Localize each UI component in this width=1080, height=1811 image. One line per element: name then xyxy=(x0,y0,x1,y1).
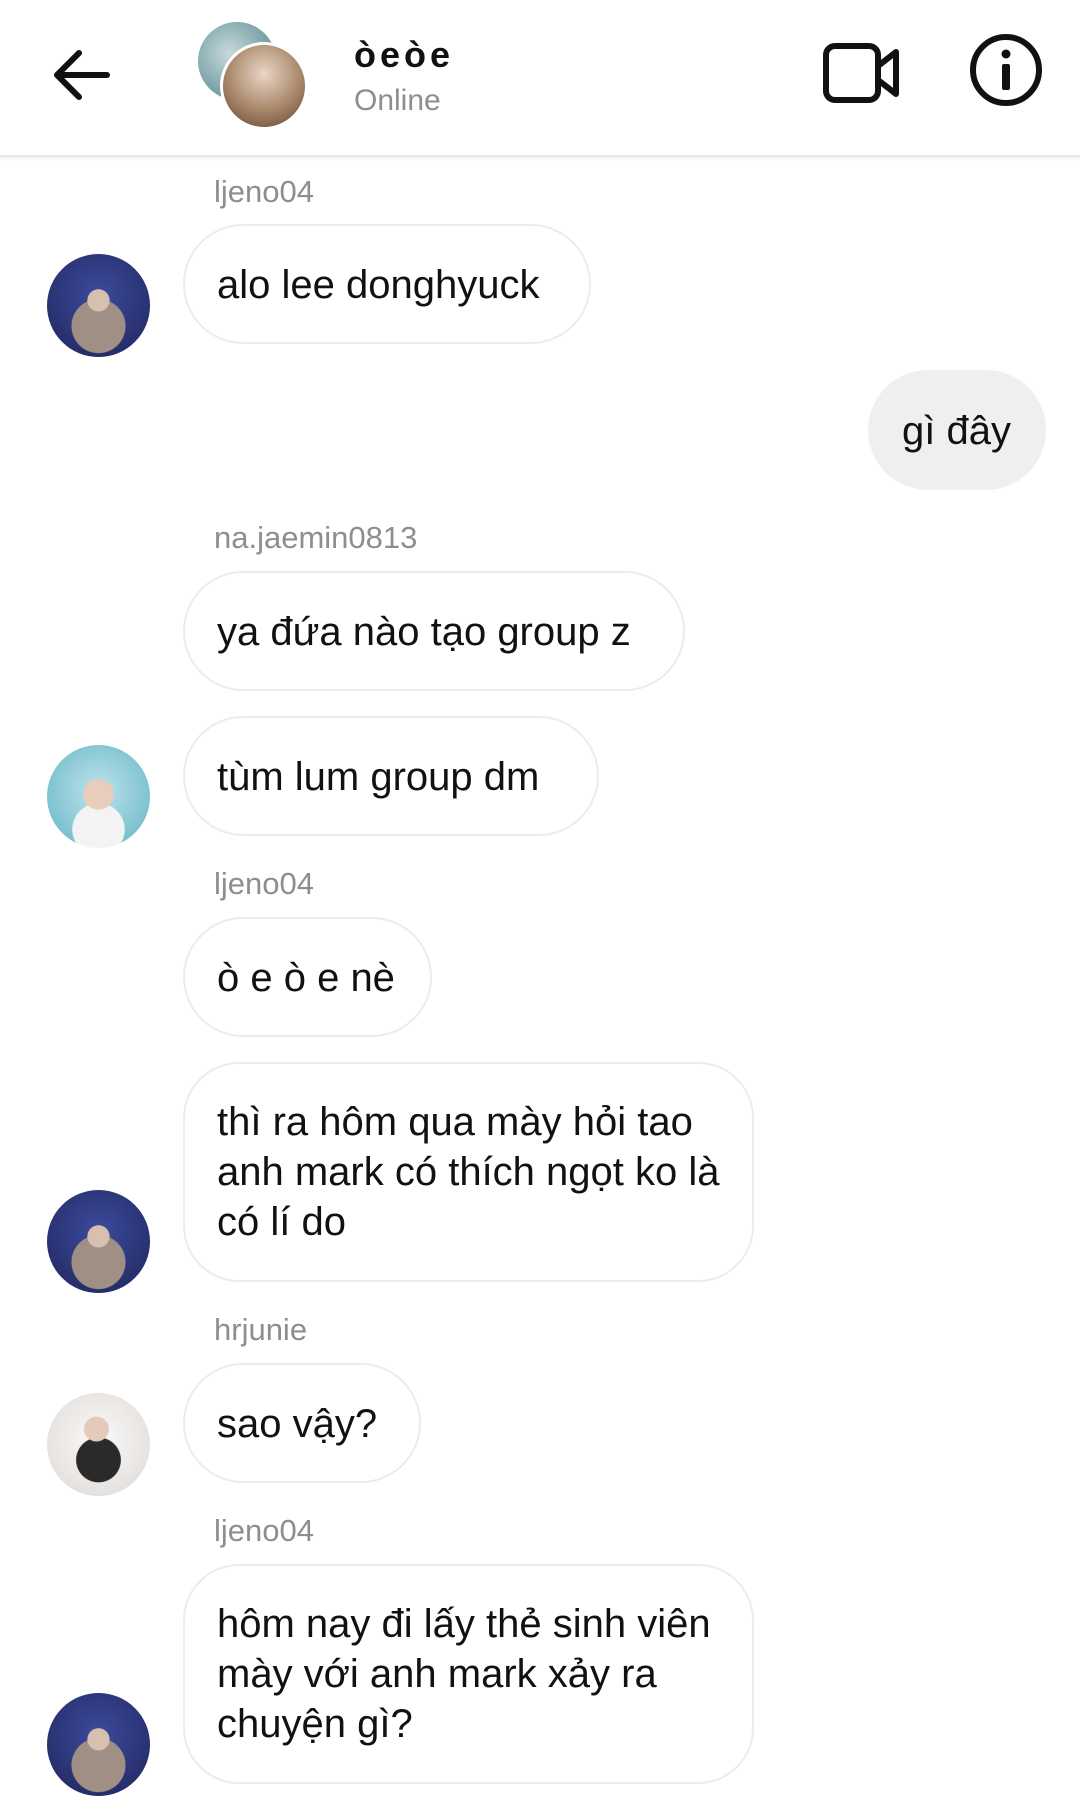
avatar[interactable] xyxy=(47,1393,150,1496)
video-call-button[interactable] xyxy=(822,38,902,108)
sender-name: ljeno04 xyxy=(214,866,314,901)
message-text: sao vậy? xyxy=(217,1402,378,1446)
message-text: ò e ò e nè xyxy=(217,956,395,1000)
message-bubble[interactable]: ò e ò e nè xyxy=(183,917,432,1037)
online-status: Online xyxy=(354,84,441,117)
message-text: ya đứa nào tạo group z xyxy=(217,610,631,654)
chat-header: òeòe Online xyxy=(0,0,1080,157)
message-text: thì ra hôm qua mày hỏi tao anh mark có t… xyxy=(217,1100,720,1244)
message-text: gì đây xyxy=(902,409,1011,453)
message-bubble[interactable]: alo lee donghyuck xyxy=(183,224,591,344)
member-avatar xyxy=(220,42,308,130)
avatar[interactable] xyxy=(47,745,150,848)
avatar[interactable] xyxy=(47,1190,150,1293)
info-button[interactable] xyxy=(968,32,1044,108)
message-text: tùm lum group dm xyxy=(217,755,540,799)
avatar[interactable] xyxy=(47,254,150,357)
group-avatar[interactable] xyxy=(198,22,308,130)
chat-title[interactable]: òeòe xyxy=(354,34,454,76)
video-camera-icon xyxy=(823,43,899,103)
message-text: alo lee donghyuck xyxy=(217,263,540,307)
avatar[interactable] xyxy=(47,1693,150,1796)
sender-name: hrjunie xyxy=(214,1312,308,1347)
arrow-left-icon xyxy=(54,50,110,100)
message-bubble[interactable]: hôm nay đi lấy thẻ sinh viên mày với anh… xyxy=(183,1564,754,1784)
message-text: hôm nay đi lấy thẻ sinh viên mày với anh… xyxy=(217,1602,711,1746)
info-circle-icon xyxy=(970,34,1042,106)
back-button[interactable] xyxy=(45,40,115,110)
sender-name: ljeno04 xyxy=(214,1513,314,1548)
message-bubble[interactable]: tùm lum group dm xyxy=(183,716,599,836)
sender-name: na.jaemin0813 xyxy=(214,520,418,555)
message-bubble[interactable]: ya đứa nào tạo group z xyxy=(183,571,685,691)
my-message-bubble[interactable]: gì đây xyxy=(868,370,1046,490)
message-bubble[interactable]: sao vậy? xyxy=(183,1363,421,1483)
sender-name: ljeno04 xyxy=(214,174,314,209)
message-bubble[interactable]: thì ra hôm qua mày hỏi tao anh mark có t… xyxy=(183,1062,754,1282)
